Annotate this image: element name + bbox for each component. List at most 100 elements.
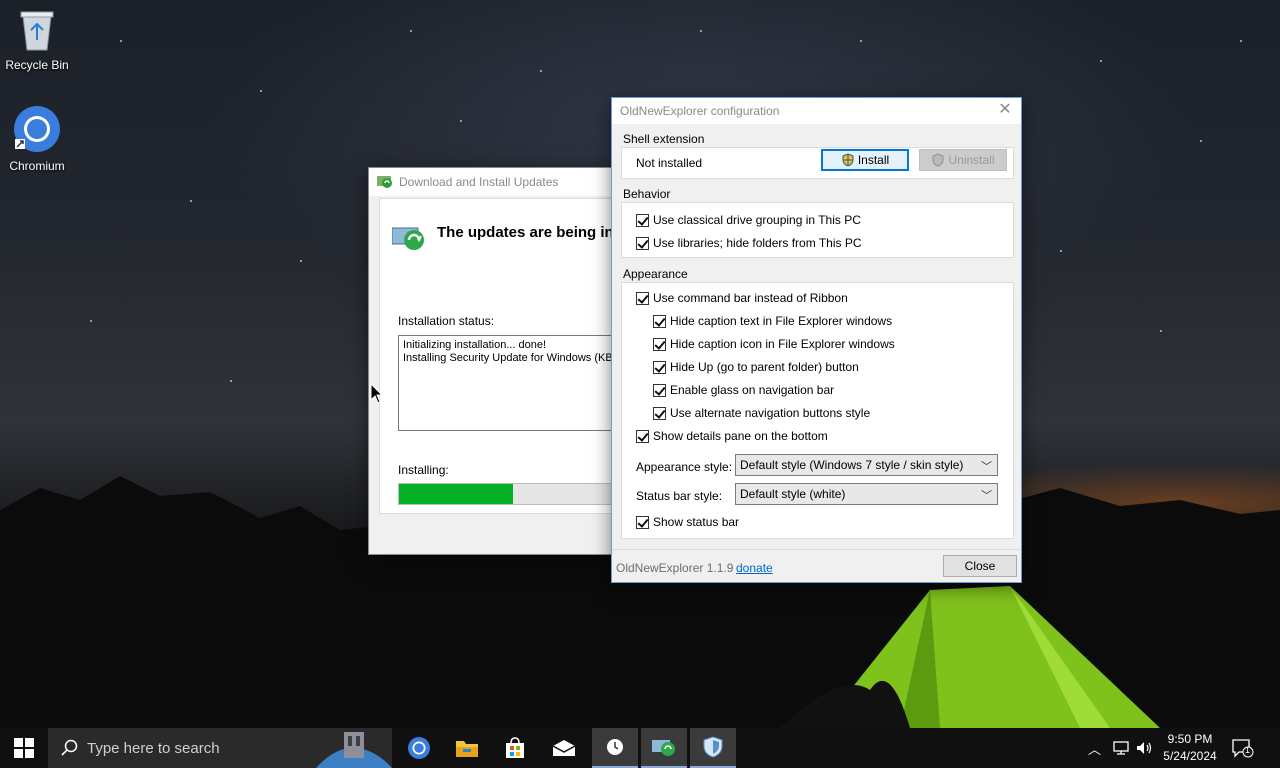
status-bar-style-label: Status bar style: xyxy=(636,489,723,503)
install-progress-bar xyxy=(398,483,628,505)
show-hidden-icons-button[interactable]: ︿ xyxy=(1088,728,1104,768)
start-button[interactable] xyxy=(0,728,48,768)
network-icon[interactable] xyxy=(1112,728,1132,768)
windows-update-icon xyxy=(652,740,675,756)
enable-glass-checkbox[interactable]: Enable glass on navigation bar xyxy=(653,383,834,397)
checkbox-label: Use libraries; hide folders from This PC xyxy=(653,236,862,250)
taskbar-clock-app[interactable] xyxy=(592,728,638,768)
uninstall-button-label: Uninstall xyxy=(948,153,995,167)
desktop-icon-recycle-bin[interactable]: Recycle Bin xyxy=(0,8,74,72)
appearance-style-value: Default style (Windows 7 style / skin st… xyxy=(740,458,964,472)
chromium-icon xyxy=(408,737,430,759)
taskbar-store[interactable] xyxy=(496,728,534,768)
taskbar-search-box[interactable]: Type here to search xyxy=(48,728,392,768)
shell-extension-status: Not installed xyxy=(636,156,703,170)
installation-status-label: Installation status: xyxy=(398,314,495,328)
checkbox-checked[interactable] xyxy=(636,515,649,529)
behavior-label: Behavior xyxy=(621,187,673,201)
appearance-style-label: Appearance style: xyxy=(636,460,733,474)
close-button[interactable]: Close xyxy=(943,555,1017,577)
installation-log[interactable]: Initializing installation... done! Insta… xyxy=(398,335,628,431)
checkbox-label: Use classical drive grouping in This PC xyxy=(653,213,861,227)
checkbox-label: Hide caption icon in File Explorer windo… xyxy=(670,337,895,351)
version-label: OldNewExplorer 1.1.9 xyxy=(616,561,734,575)
tent-image xyxy=(780,586,1160,728)
taskbar-file-explorer[interactable] xyxy=(448,728,486,768)
checkbox-checked[interactable] xyxy=(653,337,666,351)
mouse-cursor-icon xyxy=(370,383,384,404)
hide-caption-icon-checkbox[interactable]: Hide caption icon in File Explorer windo… xyxy=(653,337,895,351)
config-footer: OldNewExplorer 1.1.9 donate Close xyxy=(612,549,1021,582)
checkbox-label: Show details pane on the bottom xyxy=(653,429,828,443)
checkbox-checked[interactable] xyxy=(653,360,666,374)
install-progress-fill xyxy=(399,484,513,504)
uac-shield-icon xyxy=(932,153,944,167)
updates-panel: The updates are being ins Installation s… xyxy=(379,198,628,514)
clock-time: 9:50 PM xyxy=(1167,732,1213,746)
updates-window: Download and Install Updates The updates… xyxy=(368,167,628,555)
use-command-bar-checkbox[interactable]: Use command bar instead of Ribbon xyxy=(636,291,848,305)
file-explorer-icon xyxy=(456,741,478,757)
chevron-down-icon: ﹀ xyxy=(981,490,992,502)
clock-date: 5/24/2024 xyxy=(1163,749,1217,763)
use-libraries-checkbox[interactable]: Use libraries; hide folders from This PC xyxy=(636,236,862,250)
checkbox-checked[interactable] xyxy=(636,429,649,443)
network-icon-glyph xyxy=(1113,741,1129,755)
windows-update-icon xyxy=(377,176,392,188)
uninstall-button[interactable]: Uninstall xyxy=(919,149,1007,171)
checkbox-label: Hide Up (go to parent folder) button xyxy=(670,360,859,374)
checkbox-checked[interactable] xyxy=(636,291,649,305)
checkbox-checked[interactable] xyxy=(653,383,666,397)
alternate-nav-buttons-checkbox[interactable]: Use alternate navigation buttons style xyxy=(653,406,870,420)
appearance-label: Appearance xyxy=(621,267,690,281)
shell-extension-group: Not installed Install Uninstall xyxy=(621,147,1014,179)
show-status-bar-checkbox[interactable]: Show status bar xyxy=(636,515,739,529)
taskbar-windows-update[interactable] xyxy=(641,728,687,768)
install-button[interactable]: Install xyxy=(821,149,909,171)
windows-update-icon xyxy=(392,227,424,250)
checkbox-checked[interactable] xyxy=(636,213,649,227)
desktop-icon-label: Recycle Bin xyxy=(5,58,69,72)
updates-window-title: Download and Install Updates xyxy=(399,175,559,189)
classical-drive-grouping-checkbox[interactable]: Use classical drive grouping in This PC xyxy=(636,213,861,227)
windows-logo-icon xyxy=(14,738,34,758)
close-icon[interactable]: ✕ xyxy=(997,102,1013,118)
behavior-group: Use classical drive grouping in This PC … xyxy=(621,202,1014,258)
checkbox-label: Use command bar instead of Ribbon xyxy=(653,291,848,305)
checkbox-label: Enable glass on navigation bar xyxy=(670,383,835,397)
updates-headline: The updates are being ins xyxy=(437,224,623,241)
notification-count: 1 xyxy=(1245,745,1251,755)
hide-caption-text-checkbox[interactable]: Hide caption text in File Explorer windo… xyxy=(653,314,892,328)
shell-extension-label: Shell extension xyxy=(621,132,707,146)
oldnewexplorer-config-window: OldNewExplorer configuration ✕ Not insta… xyxy=(611,97,1022,583)
desktop-icon-label: Chromium xyxy=(9,159,65,173)
install-button-label: Install xyxy=(857,153,890,167)
updates-titlebar[interactable]: Download and Install Updates xyxy=(369,168,617,196)
checkbox-checked[interactable] xyxy=(653,406,666,420)
taskbar-shield-app[interactable] xyxy=(690,728,736,768)
taskbar: Type here to search ︿ 9:50 PM 5/24/2024 … xyxy=(0,728,1280,768)
status-bar-style-select[interactable]: Default style (white) ﹀ xyxy=(735,483,998,505)
status-bar-style-value: Default style (white) xyxy=(740,487,846,501)
log-line: Installing Security Update for Windows (… xyxy=(403,352,619,364)
taskbar-chromium[interactable] xyxy=(400,728,438,768)
checkbox-checked[interactable] xyxy=(653,314,666,328)
appearance-style-select[interactable]: Default style (Windows 7 style / skin st… xyxy=(735,454,998,476)
chevron-down-icon: ﹀ xyxy=(981,461,992,473)
taskbar-clock[interactable]: 9:50 PM 5/24/2024 xyxy=(1150,731,1230,765)
hide-up-button-checkbox[interactable]: Hide Up (go to parent folder) button xyxy=(653,360,859,374)
installing-label: Installing: xyxy=(398,463,449,477)
checkbox-label: Show status bar xyxy=(653,515,740,529)
log-line: Initializing installation... done! xyxy=(403,339,547,351)
search-placeholder: Type here to search xyxy=(87,739,220,757)
search-highlight-icon xyxy=(316,732,392,768)
desktop-icon-chromium[interactable]: Chromium xyxy=(0,105,74,173)
taskbar-mail[interactable] xyxy=(545,728,583,768)
appearance-group: Use command bar instead of Ribbon Hide c… xyxy=(621,282,1014,539)
config-titlebar[interactable]: OldNewExplorer configuration ✕ xyxy=(612,98,1021,124)
donate-link[interactable]: donate xyxy=(736,561,773,575)
checkbox-checked[interactable] xyxy=(636,236,649,250)
details-pane-checkbox[interactable]: Show details pane on the bottom xyxy=(636,429,828,443)
action-center-button[interactable]: 1 xyxy=(1232,728,1254,768)
checkbox-label: Use alternate navigation buttons style xyxy=(670,406,871,420)
